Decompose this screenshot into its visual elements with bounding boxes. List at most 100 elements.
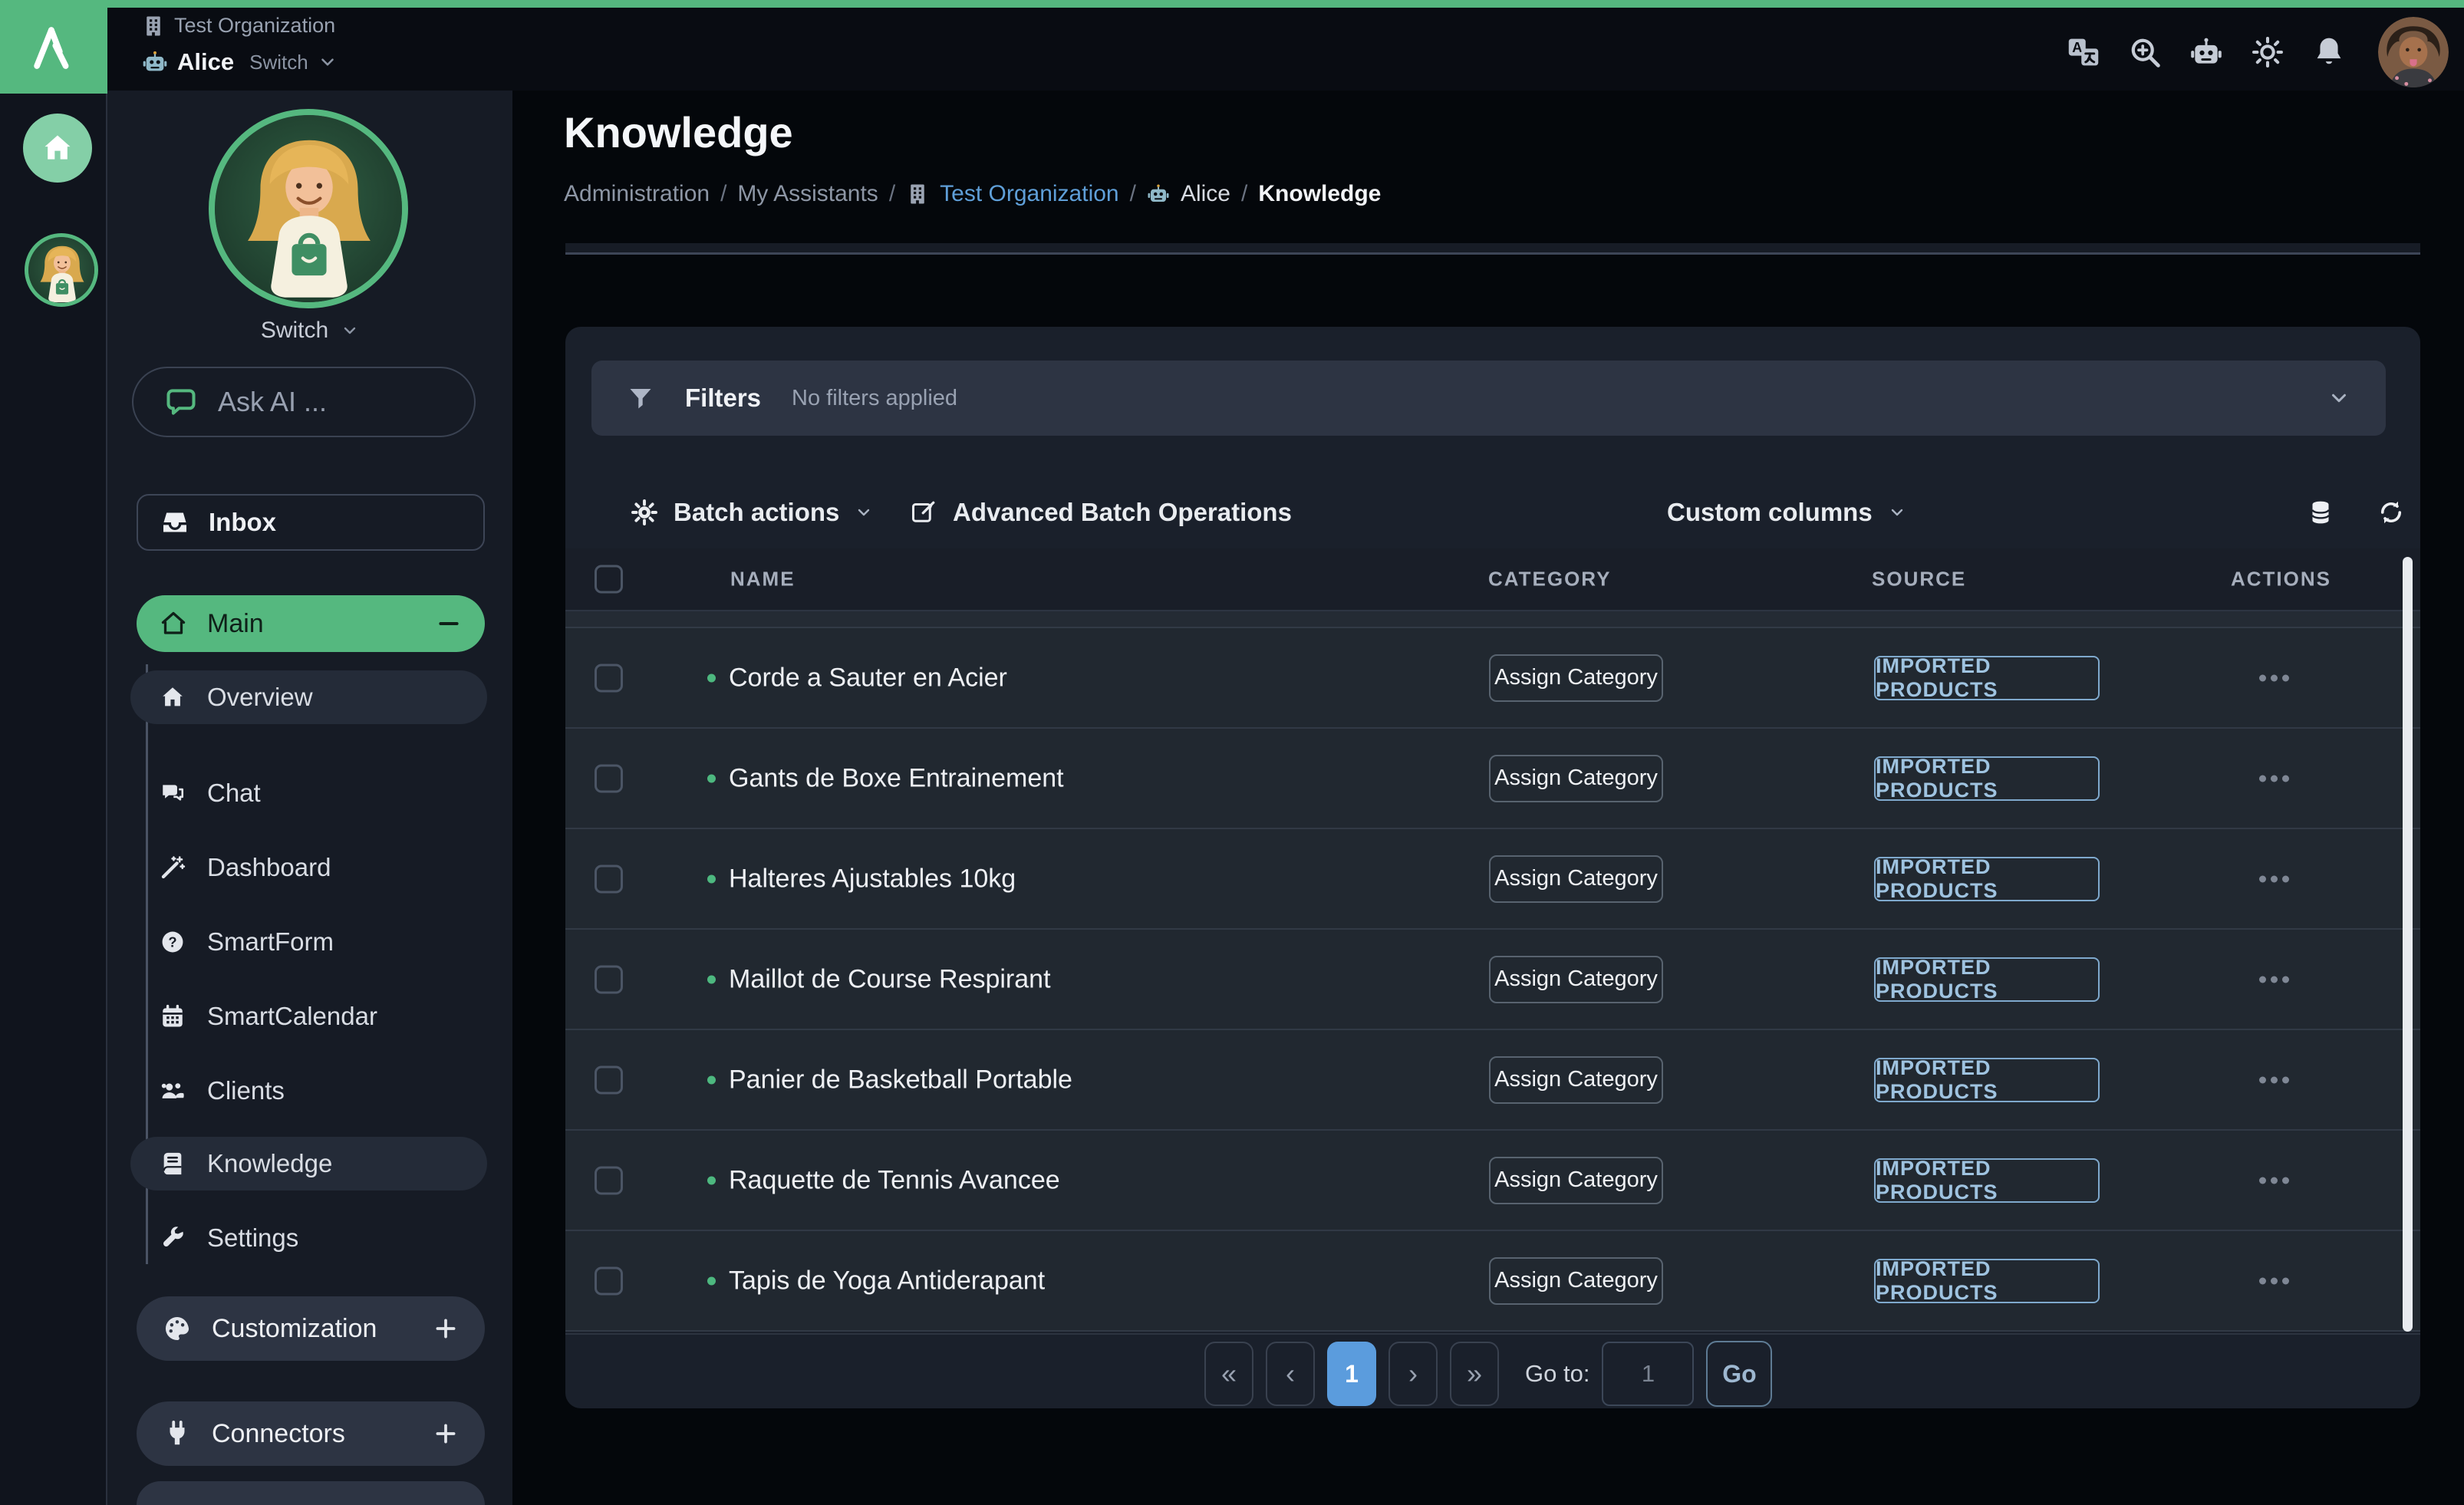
refresh-button[interactable]: [2377, 477, 2405, 548]
ask-ai-input[interactable]: Ask AI ...: [132, 367, 476, 437]
batch-actions-button[interactable]: Batch actions: [631, 477, 873, 548]
expand-plus-icon[interactable]: [433, 1421, 459, 1447]
sidebar-item-overview[interactable]: Overview: [130, 670, 487, 724]
sidebar-item-clients[interactable]: Clients: [130, 1064, 487, 1118]
collapse-minus-icon[interactable]: [436, 611, 462, 637]
sidebar-item-label: SmartForm: [207, 927, 334, 957]
column-header-category[interactable]: CATEGORY: [1488, 568, 1611, 591]
app-logo[interactable]: [0, 0, 107, 94]
zoom-in-icon[interactable]: [2128, 35, 2162, 69]
assistant-robot-icon[interactable]: [2189, 35, 2223, 69]
row-checkbox[interactable]: [595, 1166, 623, 1194]
breadcrumb-separator: /: [720, 181, 726, 207]
theme-sun-icon[interactable]: [2251, 35, 2284, 69]
row-actions-menu[interactable]: [2259, 775, 2289, 782]
sidebar-group-main[interactable]: Main: [137, 595, 485, 652]
org-assistant-selector[interactable]: Test Organization Alice Switch: [142, 14, 338, 76]
row-checkbox[interactable]: [595, 1065, 623, 1094]
filters-bar[interactable]: Filters No filters applied: [591, 361, 2386, 436]
product-name[interactable]: Halteres Ajustables 10kg: [729, 864, 1016, 894]
table-row[interactable]: Gants de Boxe Entrainement Assign Categor…: [565, 729, 2420, 829]
row-actions-menu[interactable]: [2259, 1277, 2289, 1284]
select-all-checkbox[interactable]: [595, 565, 623, 594]
home-button[interactable]: [23, 114, 92, 183]
chevron-down-icon[interactable]: [318, 52, 338, 72]
sidebar-item-chat[interactable]: Chat: [130, 766, 487, 820]
sidebar-item-dashboard[interactable]: Dashboard: [130, 841, 487, 894]
product-name[interactable]: Corde a Sauter en Acier: [729, 663, 1007, 693]
sidebar-item-knowledge[interactable]: Knowledge: [130, 1137, 487, 1190]
assign-category-button[interactable]: Assign Category: [1489, 654, 1663, 702]
pagination-page-1-button[interactable]: 1: [1327, 1342, 1376, 1406]
profile-avatar[interactable]: [2378, 17, 2449, 87]
product-name[interactable]: Tapis de Yoga Antiderapant: [729, 1266, 1045, 1296]
sidebar-item-smartcalendar[interactable]: SmartCalendar: [130, 990, 487, 1043]
product-name[interactable]: Gants de Boxe Entrainement: [729, 763, 1064, 793]
sidebar-group-partial[interactable]: [137, 1481, 485, 1505]
assign-category-button[interactable]: Assign Category: [1489, 1056, 1663, 1104]
advanced-batch-button[interactable]: Advanced Batch Operations: [910, 477, 1292, 548]
pagination-next-button[interactable]: ›: [1388, 1342, 1438, 1406]
assistant-avatar-small[interactable]: [25, 233, 98, 307]
scrolled-card-edge: [565, 243, 2420, 255]
chat-bubble-icon: [164, 385, 198, 419]
product-name[interactable]: Maillot de Course Respirant: [729, 964, 1051, 994]
expand-plus-icon[interactable]: [433, 1316, 459, 1342]
product-name[interactable]: Raquette de Tennis Avancee: [729, 1165, 1060, 1195]
chevron-down-icon[interactable]: [2327, 387, 2350, 410]
table-row[interactable]: Panier de Basketball Portable Assign Cate…: [565, 1030, 2420, 1131]
switch-label[interactable]: Switch: [249, 51, 308, 74]
sidebar-group-label: Customization: [212, 1314, 377, 1344]
row-checkbox[interactable]: [595, 1266, 623, 1295]
table-row[interactable]: Halteres Ajustables 10kgAssign CategoryI…: [565, 829, 2420, 930]
goto-page-input[interactable]: [1602, 1342, 1694, 1406]
go-button[interactable]: Go: [1706, 1341, 1772, 1407]
assign-category-button[interactable]: Assign Category: [1489, 956, 1663, 1003]
table-row[interactable]: Maillot de Course Respirant Assign Catego…: [565, 930, 2420, 1030]
sidebar-group-connectors[interactable]: Connectors: [137, 1401, 485, 1466]
breadcrumb-item-alice[interactable]: Alice: [1181, 181, 1230, 207]
assistant-switcher[interactable]: Switch: [107, 318, 512, 344]
assign-category-button[interactable]: Assign Category: [1489, 755, 1663, 802]
row-actions-menu[interactable]: [2259, 976, 2289, 983]
status-dot: [707, 1276, 716, 1285]
row-actions-menu[interactable]: [2259, 875, 2289, 882]
sidebar-group-customization[interactable]: Customization: [137, 1296, 485, 1361]
row-checkbox[interactable]: [595, 664, 623, 692]
inbox-icon: [160, 507, 190, 538]
row-actions-menu[interactable]: [2259, 1076, 2289, 1083]
pagination-first-button[interactable]: «: [1204, 1342, 1253, 1406]
row-actions-menu[interactable]: [2259, 674, 2289, 681]
notifications-bell-icon[interactable]: [2312, 35, 2346, 69]
breadcrumb-item-test-organization[interactable]: Test Organization: [940, 181, 1118, 207]
sidebar-item-inbox[interactable]: Inbox: [137, 494, 485, 551]
data-source-button[interactable]: [2307, 477, 2334, 548]
assign-category-button[interactable]: Assign Category: [1489, 855, 1663, 903]
table-row[interactable]: Corde a Sauter en AcierAssign CategoryIM…: [565, 628, 2420, 729]
column-header-source[interactable]: SOURCE: [1872, 568, 1966, 591]
product-name[interactable]: Panier de Basketball Portable: [729, 1065, 1072, 1095]
pagination-last-button[interactable]: »: [1450, 1342, 1499, 1406]
breadcrumb-item-administration[interactable]: Administration: [564, 181, 710, 207]
sidebar-item-settings[interactable]: Settings: [130, 1211, 487, 1265]
row-actions-menu[interactable]: [2259, 1177, 2289, 1184]
table-toolbar: Batch actions Advanced Batch Operations …: [591, 477, 2394, 548]
filters-label: Filters: [685, 384, 761, 413]
breadcrumb-item-my-assistants[interactable]: My Assistants: [737, 181, 878, 207]
assign-category-button[interactable]: Assign Category: [1489, 1157, 1663, 1204]
status-dot: [707, 975, 716, 983]
table-row[interactable]: Tapis de Yoga Antiderapant Assign Categor…: [565, 1231, 2420, 1332]
row-checkbox[interactable]: [595, 864, 623, 893]
assign-category-button[interactable]: Assign Category: [1489, 1257, 1663, 1305]
row-checkbox[interactable]: [595, 965, 623, 993]
assistant-avatar-large[interactable]: [209, 109, 408, 308]
column-header-name[interactable]: NAME: [730, 568, 796, 591]
translate-icon[interactable]: A: [2067, 35, 2100, 69]
custom-columns-button[interactable]: Custom columns: [1667, 477, 1906, 548]
row-checkbox[interactable]: [595, 764, 623, 792]
status-dot: [707, 774, 716, 782]
pagination-prev-button[interactable]: ‹: [1266, 1342, 1315, 1406]
table-vertical-scrollbar[interactable]: [2403, 557, 2413, 1332]
sidebar-item-smartform[interactable]: ?SmartForm: [130, 915, 487, 969]
table-row[interactable]: Raquette de Tennis Avancee Assign Categor…: [565, 1131, 2420, 1231]
